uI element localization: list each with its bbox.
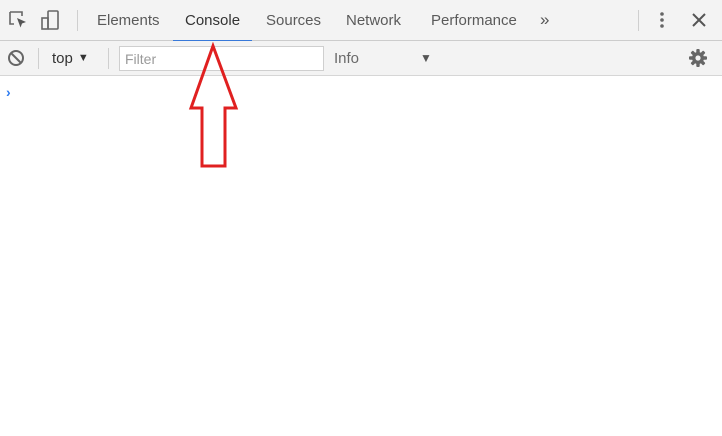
tab-elements[interactable]: Elements — [97, 0, 160, 41]
toolbar-divider — [38, 48, 39, 69]
log-level-select[interactable]: Info — [334, 41, 359, 76]
context-label: top — [52, 50, 73, 67]
console-toolbar: top ▼ Info ▼ — [0, 41, 722, 76]
context-dropdown-icon: ▼ — [77, 52, 89, 64]
gear-icon[interactable] — [688, 48, 708, 68]
annotation-arrow — [188, 42, 239, 168]
close-icon[interactable] — [688, 9, 710, 31]
toolbar-divider — [77, 10, 78, 31]
clear-console-icon[interactable] — [6, 48, 26, 68]
toolbar-divider — [638, 10, 639, 31]
more-tabs-button[interactable]: » — [540, 0, 549, 41]
tab-console[interactable]: Console — [172, 0, 253, 42]
devtools-tab-bar: Elements Console Sources Network Perform… — [0, 0, 722, 42]
tab-network[interactable]: Network — [346, 0, 401, 41]
tab-performance[interactable]: Performance — [431, 0, 517, 41]
inspect-element-icon[interactable] — [7, 9, 29, 31]
console-prompt[interactable]: › — [6, 84, 11, 100]
more-options-icon[interactable] — [655, 9, 669, 31]
log-level-dropdown-icon[interactable]: ▼ — [420, 41, 432, 76]
device-toolbar-icon[interactable] — [40, 9, 62, 31]
tab-sources[interactable]: Sources — [266, 0, 321, 41]
context-selector[interactable]: top ▼ — [52, 41, 89, 76]
toolbar-divider — [108, 48, 109, 69]
